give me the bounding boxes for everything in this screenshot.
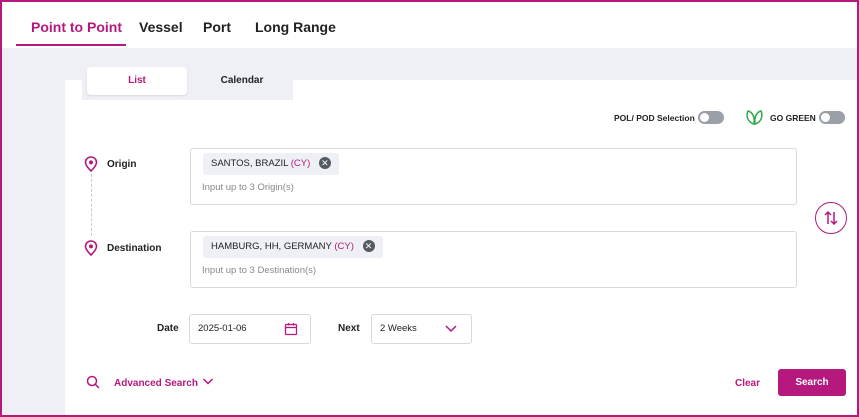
origin-field[interactable]: SANTOS, BRAZIL (CY) ✕ Input up to 3 Orig…: [190, 148, 797, 205]
remove-destination-icon[interactable]: ✕: [362, 240, 375, 253]
search-icon[interactable]: [86, 375, 100, 389]
date-label: Date: [157, 323, 179, 334]
go-green-toggle[interactable]: [819, 111, 845, 124]
active-tab-indicator: [16, 44, 126, 46]
calendar-icon[interactable]: [284, 322, 298, 336]
view-subtabs: List Calendar: [82, 62, 293, 100]
next-select[interactable]: 2 Weeks: [371, 314, 472, 344]
next-value: 2 Weeks: [380, 323, 417, 334]
tab-long-range[interactable]: Long Range: [255, 19, 336, 35]
leaf-icon: [746, 110, 763, 125]
origin-label: Origin: [107, 159, 137, 170]
destination-field[interactable]: HAMBURG, HH, GERMANY (CY) ✕ Input up to …: [190, 231, 797, 288]
date-input[interactable]: 2025-01-06: [189, 314, 311, 344]
remove-origin-icon[interactable]: ✕: [318, 157, 331, 170]
subtab-list[interactable]: List: [87, 67, 187, 95]
pol-pod-label: POL/ POD Selection: [614, 113, 695, 123]
destination-chip-name: HAMBURG, HH, GERMANY: [211, 241, 332, 252]
date-value: 2025-01-06: [198, 323, 247, 334]
destination-chip: HAMBURG, HH, GERMANY (CY) ✕: [203, 236, 383, 258]
pol-pod-toggle[interactable]: [698, 111, 724, 124]
destination-pin-icon: [84, 240, 98, 256]
app-frame: Point to Point Vessel Port Long Range Li…: [0, 0, 859, 417]
origin-placeholder: Input up to 3 Origin(s): [202, 182, 294, 193]
tab-vessel[interactable]: Vessel: [139, 19, 183, 35]
tab-port[interactable]: Port: [203, 19, 231, 35]
destination-placeholder: Input up to 3 Destination(s): [202, 265, 317, 276]
advanced-chevron-down-icon[interactable]: [202, 377, 214, 386]
tab-point-to-point[interactable]: Point to Point: [31, 19, 122, 35]
origin-chip-code: (CY): [290, 158, 311, 169]
swap-button[interactable]: [815, 202, 847, 234]
route-connector: [91, 174, 92, 236]
swap-icon: [824, 210, 838, 226]
destination-label: Destination: [107, 243, 162, 254]
next-label: Next: [338, 323, 360, 334]
origin-chip-name: SANTOS, BRAZIL: [211, 158, 289, 169]
search-button[interactable]: Search: [778, 369, 846, 396]
go-green-label: GO GREEN: [770, 113, 816, 123]
subtab-calendar[interactable]: Calendar: [192, 67, 292, 95]
origin-chip: SANTOS, BRAZIL (CY) ✕: [203, 153, 339, 175]
clear-button[interactable]: Clear: [735, 378, 760, 389]
chevron-down-icon: [445, 325, 457, 333]
advanced-search-link[interactable]: Advanced Search: [114, 378, 198, 389]
destination-chip-code: (CY): [334, 241, 354, 252]
top-tabbar: Point to Point Vessel Port Long Range: [2, 2, 857, 48]
origin-pin-icon: [84, 156, 98, 172]
